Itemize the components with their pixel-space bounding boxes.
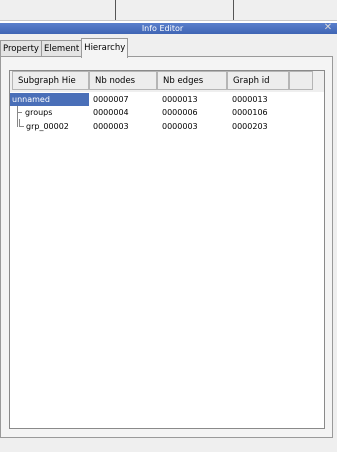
- column-header-nb-nodes[interactable]: Nb nodes: [89, 71, 157, 90]
- tree-header: Subgraph Hie Nb nodes Nb edges Graph id: [10, 71, 324, 92]
- tab-hierarchy[interactable]: Hierarchy: [81, 38, 129, 58]
- hierarchy-tree[interactable]: Subgraph Hie Nb nodes Nb edges Graph id …: [9, 70, 325, 429]
- close-icon[interactable]: ✕: [323, 23, 333, 34]
- bottom-splitter[interactable]: [0, 438, 337, 452]
- column-header-filler: [289, 71, 313, 90]
- row-name: groups: [25, 108, 53, 117]
- dock-title: Info Editor: [141, 24, 184, 33]
- row-nodes: 0000004: [93, 108, 129, 117]
- row-nodes: 0000007: [93, 95, 129, 104]
- info-editor-dock: Info Editor ✕ Property Element Hierarchy…: [0, 23, 337, 452]
- tree-row[interactable]: unnamed 0000007 0000013 0000013: [10, 93, 324, 106]
- tab-bar: Property Element Hierarchy: [0, 38, 129, 58]
- row-nodes: 0000003: [93, 122, 129, 131]
- parent-window-strip: [0, 0, 337, 21]
- tree-row[interactable]: grp_00002 0000003 0000003 0000203: [10, 120, 324, 133]
- row-edges: 0000013: [162, 95, 198, 104]
- row-graph-id: 0000106: [232, 108, 268, 117]
- tree-row[interactable]: groups 0000004 0000006 0000106: [10, 106, 324, 119]
- parent-cell-2: [116, 0, 234, 20]
- row-graph-id: 0000013: [232, 95, 268, 104]
- dock-titlebar[interactable]: Info Editor ✕: [0, 23, 337, 34]
- column-header-subgraph[interactable]: Subgraph Hie: [12, 71, 89, 90]
- column-header-graph-id[interactable]: Graph id: [227, 71, 289, 90]
- hierarchy-panel: Subgraph Hie Nb nodes Nb edges Graph id …: [0, 56, 333, 438]
- row-edges: 0000006: [162, 108, 198, 117]
- column-header-nb-edges[interactable]: Nb edges: [157, 71, 227, 90]
- row-edges: 0000003: [162, 122, 198, 131]
- parent-cell-1: [0, 0, 116, 20]
- row-name: unnamed: [10, 93, 89, 106]
- row-name: grp_00002: [26, 122, 69, 131]
- row-graph-id: 0000203: [232, 122, 268, 131]
